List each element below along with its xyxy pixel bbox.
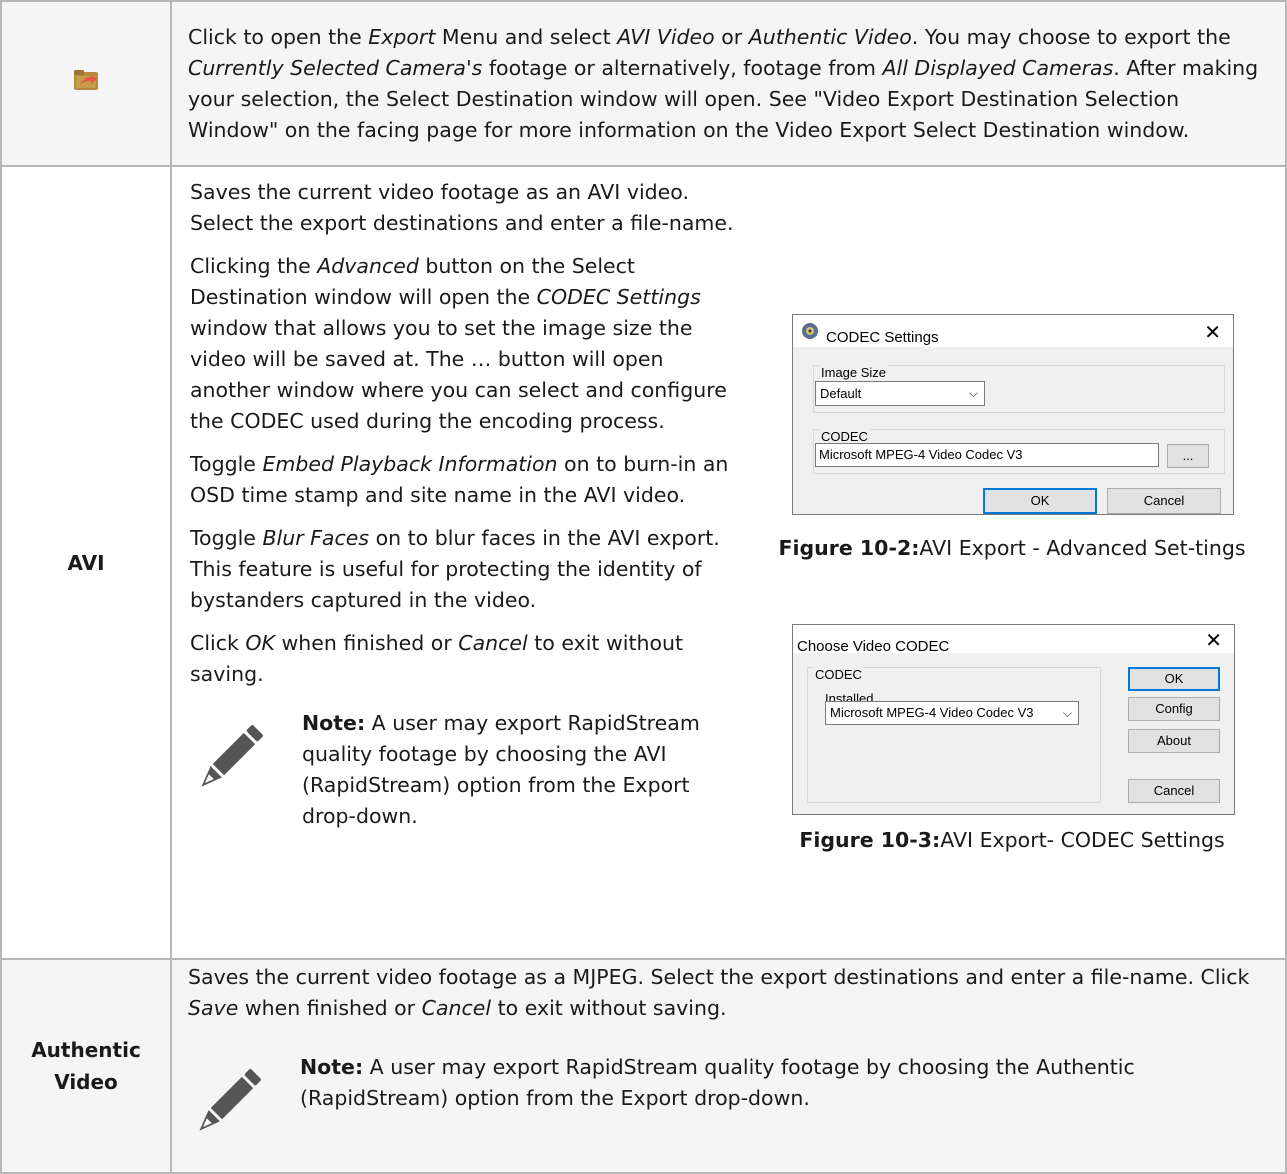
figure-10-2-caption: Figure 10-2:AVI Export - Advanced Set-ti… — [762, 533, 1262, 564]
emphasis-text: Embed Playback Information — [262, 452, 558, 476]
emphasis-text: Currently Selected Camera's — [188, 55, 483, 80]
text-run: Toggle — [190, 452, 263, 476]
text-run: window that allows you to set the image … — [190, 316, 727, 433]
export-paragraph: Click to open the Export Menu and select… — [188, 22, 1267, 146]
authentic-paragraph: Saves the current video footage as a MJP… — [188, 962, 1267, 1024]
emphasis-text: Save — [188, 996, 239, 1020]
emphasis-text: AVI Video — [617, 24, 715, 49]
pencil-icon — [201, 725, 263, 787]
chevron-down-icon: ⌵ — [1062, 706, 1072, 720]
image-size-value: Default — [820, 386, 862, 401]
pencil-icon — [199, 1069, 261, 1131]
authentic-video-description: Saves the current video footage as a MJP… — [170, 958, 1287, 1174]
text-run: . You may choose to export the — [911, 24, 1231, 49]
emphasis-text: Blur Faces — [262, 526, 370, 550]
emphasis-text: Export — [368, 24, 436, 49]
cancel-button[interactable]: Cancel — [1107, 488, 1221, 514]
emphasis-text: CODEC Settings — [536, 285, 701, 309]
figure-10-2-text: AVI Export - Advanced Set-tings — [919, 536, 1246, 560]
authentic-label-line-2: Video — [54, 1070, 118, 1094]
export-options-table: Click to open the Export Menu and select… — [0, 0, 1287, 1174]
text-run: Click to open the — [188, 24, 369, 49]
figure-10-3-label: Figure 10-3: — [799, 828, 941, 852]
export-description: Click to open the Export Menu and select… — [170, 0, 1287, 167]
avi-paragraph-4: Toggle Blur Faces on to blur faces in th… — [190, 523, 750, 616]
emphasis-text: Authentic Video — [748, 24, 912, 49]
avi-paragraph-5: Click OK when finished or Cancel to exit… — [190, 628, 750, 690]
text-run: when finished or — [238, 996, 422, 1020]
emphasis-text: Cancel — [421, 996, 492, 1020]
choose-dialog-title: Choose Video CODEC — [797, 638, 950, 655]
browse-codec-button[interactable]: ... — [1167, 444, 1209, 468]
text-run: Menu and select — [435, 24, 618, 49]
text-run: when finished or — [274, 631, 459, 655]
authentic-note-text: A user may export RapidStream quality fo… — [300, 1055, 1135, 1110]
text-run: Saves the current video footage as a MJP… — [188, 965, 1250, 989]
avi-paragraph-3: Toggle Embed Playback Information on to … — [190, 449, 750, 511]
avi-note-label: Note: — [302, 711, 366, 735]
installed-codec-value: Microsoft MPEG-4 Video Codec V3 — [830, 705, 1034, 720]
text-run: Click — [190, 631, 246, 655]
authentic-note-label: Note: — [300, 1055, 364, 1079]
authentic-note: Note: A user may export RapidStream qual… — [188, 1052, 1267, 1131]
codec-app-icon — [802, 323, 818, 339]
table-row-authentic-video: Authentic Video Saves the current video … — [0, 958, 1287, 1174]
text-run: Toggle — [190, 526, 263, 550]
image-size-select[interactable]: Default ⌵ — [815, 381, 985, 406]
text-run: or — [714, 24, 749, 49]
authentic-label-line-1: Authentic — [31, 1038, 141, 1062]
authentic-video-label: Authentic Video — [0, 958, 172, 1174]
text-run: footage or alternatively, footage from — [482, 55, 883, 80]
config-button[interactable]: Config — [1128, 697, 1220, 721]
avi-description: Saves the current video footage as an AV… — [170, 165, 1287, 960]
figure-10-3-text: AVI Export- CODEC Settings — [940, 828, 1225, 852]
avi-note: Note: A user may export RapidStream qual… — [190, 708, 750, 832]
avi-paragraph-1: Saves the current video footage as an AV… — [190, 177, 750, 239]
figure-10-3-caption: Figure 10-3:AVI Export- CODEC Settings — [762, 825, 1262, 856]
export-folder-icon[interactable] — [73, 66, 99, 92]
ok-button[interactable]: OK — [1128, 667, 1220, 691]
emphasis-text: Advanced — [317, 254, 419, 278]
text-run: to exit without saving. — [491, 996, 727, 1020]
emphasis-text: All Displayed Cameras — [882, 55, 1114, 80]
codec-field[interactable]: Microsoft MPEG-4 Video Codec V3 — [815, 443, 1159, 467]
installed-codec-select[interactable]: Microsoft MPEG-4 Video Codec V3 ⌵ — [825, 701, 1079, 725]
choose-dialog-titlebar: Choose Video CODEC ✕ — [793, 625, 1234, 655]
cancel-button[interactable]: Cancel — [1128, 779, 1220, 803]
chevron-down-icon: ⌵ — [968, 386, 978, 400]
avi-text-column: Saves the current video footage as an AV… — [190, 177, 750, 832]
avi-label: AVI — [0, 165, 172, 960]
close-icon[interactable]: ✕ — [1204, 318, 1221, 349]
emphasis-text: Cancel — [458, 631, 528, 655]
export-icon-cell — [0, 0, 172, 167]
table-row-export: Click to open the Export Menu and select… — [0, 0, 1287, 167]
codec-dialog-title: CODEC Settings — [826, 329, 939, 346]
ok-button[interactable]: OK — [983, 488, 1097, 514]
choose-codec-dialog: Choose Video CODEC ✕ CODEC Installed Mic… — [792, 624, 1235, 815]
about-button[interactable]: About — [1128, 729, 1220, 753]
emphasis-text: OK — [245, 631, 275, 655]
text-run: Clicking the — [190, 254, 318, 278]
table-row-avi: AVI Saves the current video footage as a… — [0, 165, 1287, 960]
close-icon[interactable]: ✕ — [1205, 626, 1222, 657]
avi-paragraph-2: Clicking the Advanced button on the Sele… — [190, 251, 750, 437]
codec-settings-dialog: CODEC Settings ✕ Image Size Default ⌵ CO… — [792, 314, 1234, 515]
figure-10-2-label: Figure 10-2: — [778, 536, 920, 560]
text-run: Saves the current video footage as an AV… — [190, 180, 734, 235]
codec-dialog-titlebar: CODEC Settings ✕ — [793, 315, 1233, 347]
